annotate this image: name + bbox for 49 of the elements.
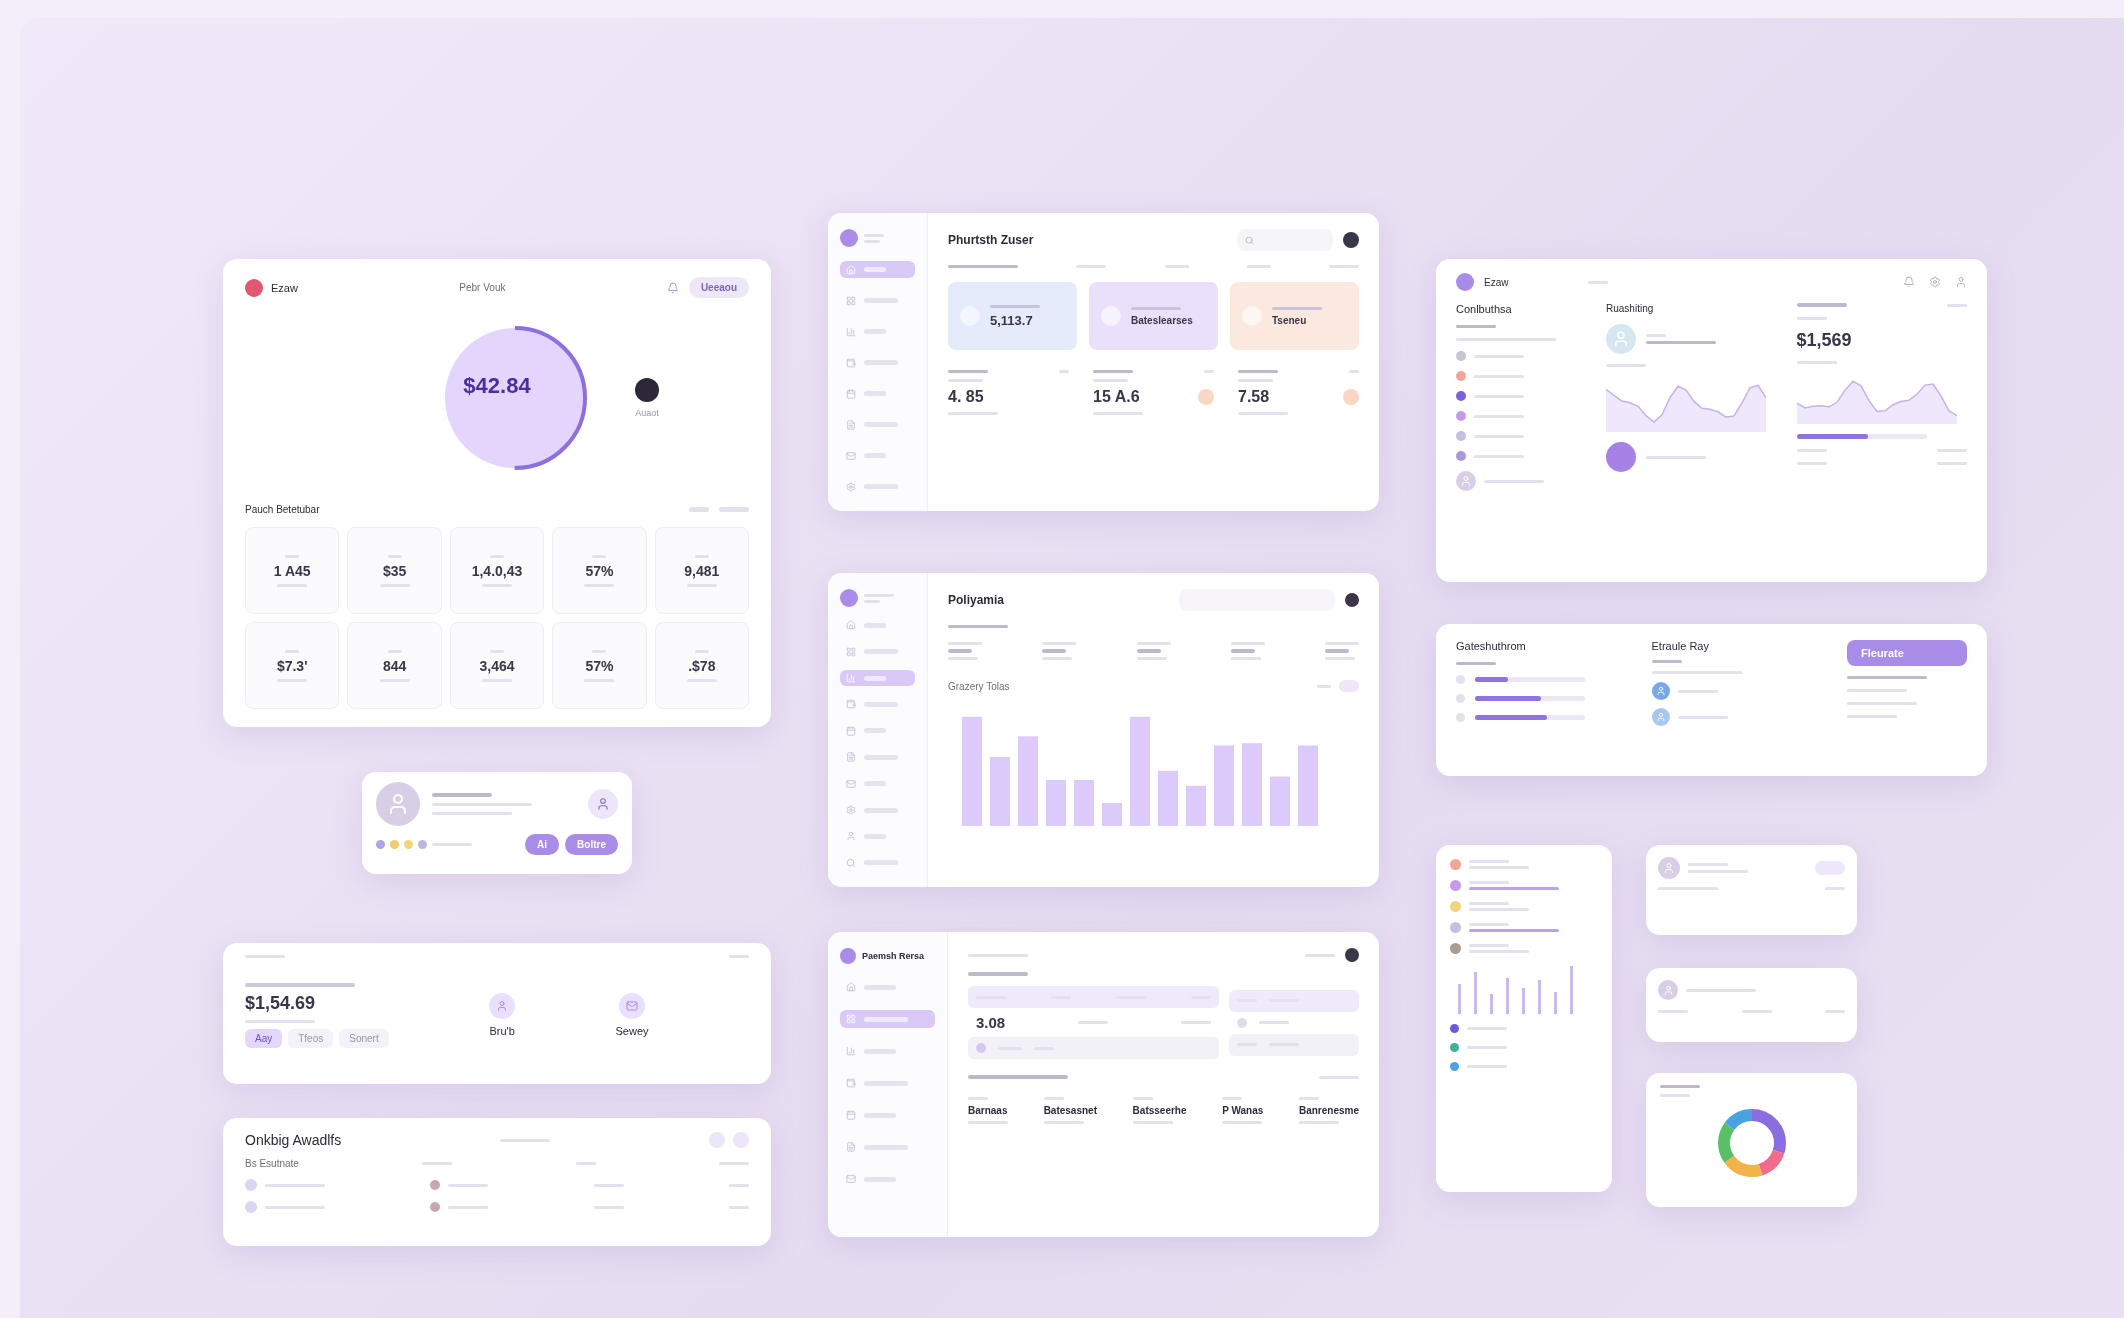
table-value: 3.08 [976, 1014, 1006, 1031]
legend-label: Auaot [635, 408, 659, 418]
card-title: Onkbig Awadlfs [245, 1132, 342, 1148]
profile-button[interactable]: Ai [525, 834, 560, 855]
stat-value: 1 A45 [273, 562, 311, 579]
chart-title: Grazery Tolas [948, 680, 1010, 692]
stat-label: Batsseerhe [1132, 1105, 1187, 1116]
category-label: Sewey [615, 1025, 649, 1037]
app-name: Paemsh Rersa [862, 951, 925, 961]
stat-label: Batesasnet [1043, 1105, 1097, 1116]
stat-label: Barnaas [968, 1105, 1008, 1116]
metric-value: 15 A.6 [1093, 388, 1140, 406]
column-header: Bs Esutnate [245, 1158, 299, 1169]
page-title: Poliyamia [948, 593, 1005, 607]
stat-label: P Wanas [1222, 1105, 1264, 1116]
stat-value: 844 [382, 657, 407, 674]
stat-value: 3,464 [479, 657, 515, 674]
stat-value: 1,4.0,43 [471, 562, 523, 579]
stat-label: Banrenesme [1298, 1105, 1359, 1116]
brand-name: Ezaw [271, 281, 298, 294]
category-label: Bru'b [489, 1025, 515, 1037]
balance-amount: $1,54.69 [245, 992, 317, 1014]
section-title: Etraule Ray [1651, 640, 1710, 652]
stat-value: 57% [585, 657, 614, 674]
section-title: Pauch Betetubar [245, 504, 320, 515]
stat-value: $35 [382, 562, 407, 579]
section-title: Gateshuthrom [1456, 640, 1527, 652]
tile-value: Tseneu [1272, 314, 1308, 326]
filter-chip[interactable]: Aay [245, 1028, 283, 1048]
filter-chip[interactable]: Sonert [339, 1028, 389, 1048]
metric-value: 4. 85 [948, 388, 984, 406]
ring-value: $42.84 [463, 373, 531, 399]
primary-button[interactable]: Fleurate [1847, 640, 1967, 666]
tile-value: Bateslearses [1131, 314, 1193, 326]
page-title: Phurtsth Zuser [948, 233, 1034, 247]
metric-value: 7.58 [1238, 388, 1270, 406]
page-title: Pebr Vouk [459, 282, 506, 293]
filter-chip[interactable]: Tfeos [288, 1028, 334, 1048]
tile-value: 5,113.7 [990, 312, 1034, 328]
balance-amount: $1,569 [1796, 330, 1853, 351]
header-button[interactable]: Ueeaou [688, 277, 749, 298]
stat-value: $7.3' [276, 657, 308, 674]
stat-value: 9,481 [684, 562, 720, 579]
stat-value: .$78 [688, 657, 716, 674]
section-title: Ruashiting [1606, 303, 1655, 314]
profile-button[interactable]: Boltre [565, 834, 618, 855]
section-title: Conlbuthsa [1456, 303, 1513, 315]
brand-name: Ezaw [1484, 276, 1509, 288]
stat-value: 57% [585, 562, 614, 579]
